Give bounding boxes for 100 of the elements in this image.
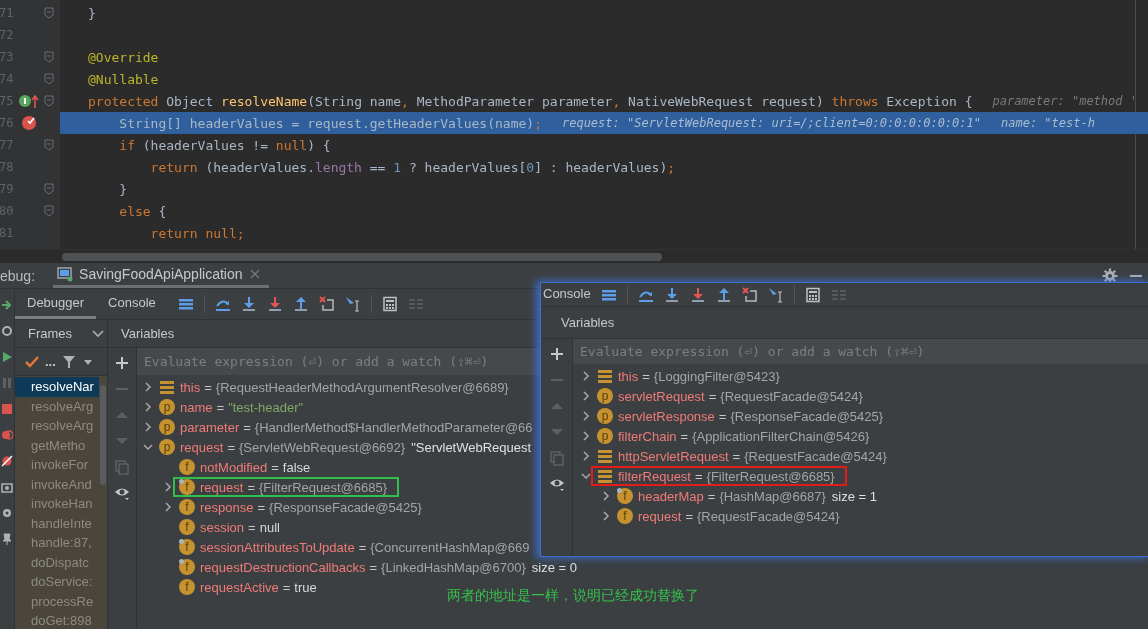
value-summary: size = 0 xyxy=(531,559,577,575)
plus-icon[interactable] xyxy=(114,355,130,371)
stack-frame[interactable]: doService: xyxy=(15,572,99,592)
variable-value: {FilterRequest@6685} xyxy=(258,479,388,495)
fold-icon[interactable] xyxy=(44,7,54,19)
equals-sign: = xyxy=(358,539,367,555)
chevron-down-icon[interactable] xyxy=(92,328,105,339)
variables-tab[interactable]: Variables xyxy=(121,326,175,341)
scrollbar-thumb[interactable] xyxy=(100,385,106,485)
session-tab[interactable]: SavingFoodApiApplication xyxy=(53,263,269,288)
down-arrow-icon[interactable] xyxy=(240,296,257,312)
check-icon[interactable] xyxy=(25,354,39,369)
mute-breakpoints-icon[interactable] xyxy=(1,455,13,467)
chevron-right-icon[interactable] xyxy=(581,371,591,381)
chevron-right-icon[interactable] xyxy=(601,491,611,501)
panel-tab[interactable]: Debugger xyxy=(15,289,97,319)
breakpoint-icon[interactable] xyxy=(20,115,37,131)
cross-frame-icon[interactable] xyxy=(318,296,335,312)
chevron-right-icon[interactable] xyxy=(581,411,591,421)
stack-frame[interactable]: doDispatc xyxy=(15,552,99,572)
resume-icon[interactable] xyxy=(1,351,13,363)
stack-frame[interactable]: resolveArg xyxy=(15,396,99,416)
scrollbar-thumb[interactable] xyxy=(62,252,662,261)
cursor-arrow-icon[interactable] xyxy=(767,286,784,303)
stop-icon[interactable] xyxy=(1,403,13,415)
stack-frame[interactable]: resolveNar xyxy=(15,377,99,397)
chevron-right-icon[interactable] xyxy=(581,391,591,401)
equals-sign: = xyxy=(243,419,251,435)
chevron-right-icon[interactable] xyxy=(581,431,591,441)
code-line: String[] headerValues = request.getHeaderValues(name); xyxy=(118,115,542,131)
field-icon: f xyxy=(617,488,633,504)
circle-up-arrow-icon[interactable] xyxy=(17,93,40,109)
variables-tab[interactable]: Variables xyxy=(561,315,615,330)
chevron-right-icon[interactable] xyxy=(601,511,611,521)
up-arrow-icon[interactable] xyxy=(292,296,309,312)
value-summary: size = 1 xyxy=(831,488,877,504)
field-icon: f xyxy=(179,519,195,535)
inline-value-hint: parameter: "method ' xyxy=(992,94,1137,108)
plus-icon[interactable] xyxy=(548,346,565,362)
variable-name: this xyxy=(180,379,201,395)
chevron-right-icon[interactable] xyxy=(581,451,591,461)
calculator-icon[interactable] xyxy=(381,296,398,312)
cross-frame-icon[interactable] xyxy=(741,286,758,303)
chevron-right-icon[interactable] xyxy=(163,482,173,492)
equals-sign: = xyxy=(257,499,266,515)
code-line: } xyxy=(118,181,128,197)
stack-frame[interactable]: processRe xyxy=(15,591,99,611)
fold-icon[interactable] xyxy=(44,51,54,63)
down-arrow-icon[interactable] xyxy=(689,286,706,303)
thread-name[interactable]: ... xyxy=(45,354,56,369)
stack-frame[interactable]: invokeAnd xyxy=(15,474,99,494)
panel-tab[interactable]: Console xyxy=(541,283,593,306)
stack-frame[interactable]: doGet:898 xyxy=(15,611,99,629)
variable-value: null xyxy=(259,519,280,535)
fold-icon[interactable] xyxy=(44,183,54,195)
frames-tab[interactable]: Frames xyxy=(28,326,73,341)
close-icon[interactable] xyxy=(248,268,261,280)
chevron-right-icon[interactable] xyxy=(163,502,173,512)
equals-sign: = xyxy=(369,559,378,575)
chevron-down-icon[interactable] xyxy=(143,442,153,452)
chevron-right-icon[interactable] xyxy=(143,382,153,392)
fold-icon[interactable] xyxy=(44,73,54,85)
chevron-down-icon[interactable] xyxy=(581,471,591,481)
rerun-icon[interactable] xyxy=(1,299,13,311)
stack-frame[interactable]: handle:87, xyxy=(15,533,99,553)
fold-icon[interactable] xyxy=(44,139,54,151)
down-arrow-icon[interactable] xyxy=(663,286,680,303)
stack-frame[interactable]: invokeHan xyxy=(15,494,99,514)
code-line: protected Object resolveName(String name, MethodParameter parameter, NativeWebRequest request) throws Exception { xyxy=(88,93,973,109)
breakpoints-icon[interactable] xyxy=(1,429,13,441)
stack-frame[interactable]: getMetho xyxy=(15,435,99,455)
stack-frame[interactable]: invokeFor xyxy=(15,455,99,475)
up-arrow-icon[interactable] xyxy=(715,286,732,303)
lines-icon[interactable] xyxy=(177,296,194,312)
equals-sign: = xyxy=(680,428,689,444)
stack-frame[interactable]: handleInte xyxy=(15,513,99,533)
fold-icon[interactable] xyxy=(44,95,54,107)
filter-icon[interactable] xyxy=(61,354,76,369)
field-icon: f xyxy=(179,479,195,495)
calculator-icon[interactable] xyxy=(804,286,821,303)
panel-tab[interactable]: Console xyxy=(96,289,168,319)
code-line: if (headerValues != null) { xyxy=(118,137,331,153)
equals-sign: = xyxy=(708,388,717,404)
equals-sign: = xyxy=(718,408,727,424)
pin-icon[interactable] xyxy=(1,533,13,545)
fold-icon[interactable] xyxy=(44,205,54,217)
cursor-arrow-icon[interactable] xyxy=(344,296,361,312)
code-line: return (headerValues.length == 1 ? headerValues[0] : headerValues); xyxy=(149,159,676,175)
parameter-icon: p xyxy=(597,428,613,444)
stack-frame[interactable]: resolveArg xyxy=(15,416,99,436)
chevron-right-icon[interactable] xyxy=(143,422,153,432)
down-arrow-icon[interactable] xyxy=(266,296,283,312)
variable-name: filterChain xyxy=(618,428,677,444)
variable-value: {RequestHeaderMethodArgumentResolver@6689} xyxy=(215,379,509,395)
variable-value: {RequestFacade@5424} xyxy=(696,508,840,524)
equals-sign: = xyxy=(271,459,279,475)
inline-value-hint: name: "test-h xyxy=(1001,116,1095,130)
chevron-right-icon[interactable] xyxy=(143,402,153,412)
code-line: } xyxy=(88,5,96,21)
camera-icon[interactable] xyxy=(1,481,13,493)
